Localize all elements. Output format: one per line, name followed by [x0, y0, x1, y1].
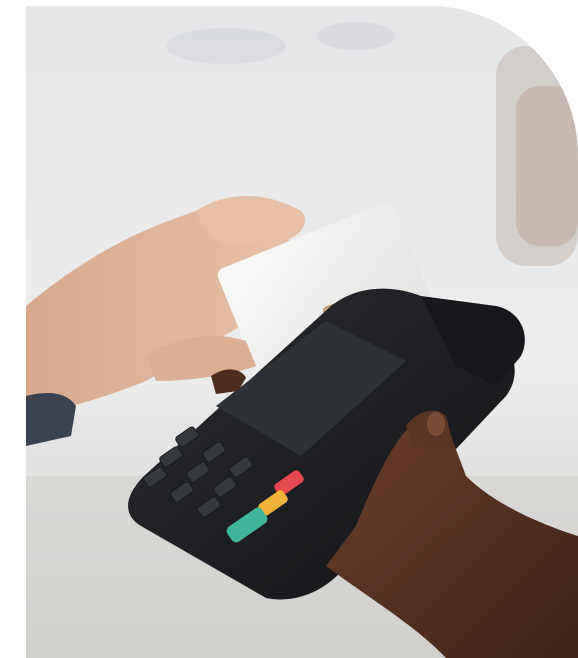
background-figure	[516, 86, 578, 246]
background-blur	[316, 22, 396, 50]
thumbnail	[427, 412, 445, 436]
background-blur	[166, 28, 286, 64]
payment-photo	[26, 6, 578, 658]
